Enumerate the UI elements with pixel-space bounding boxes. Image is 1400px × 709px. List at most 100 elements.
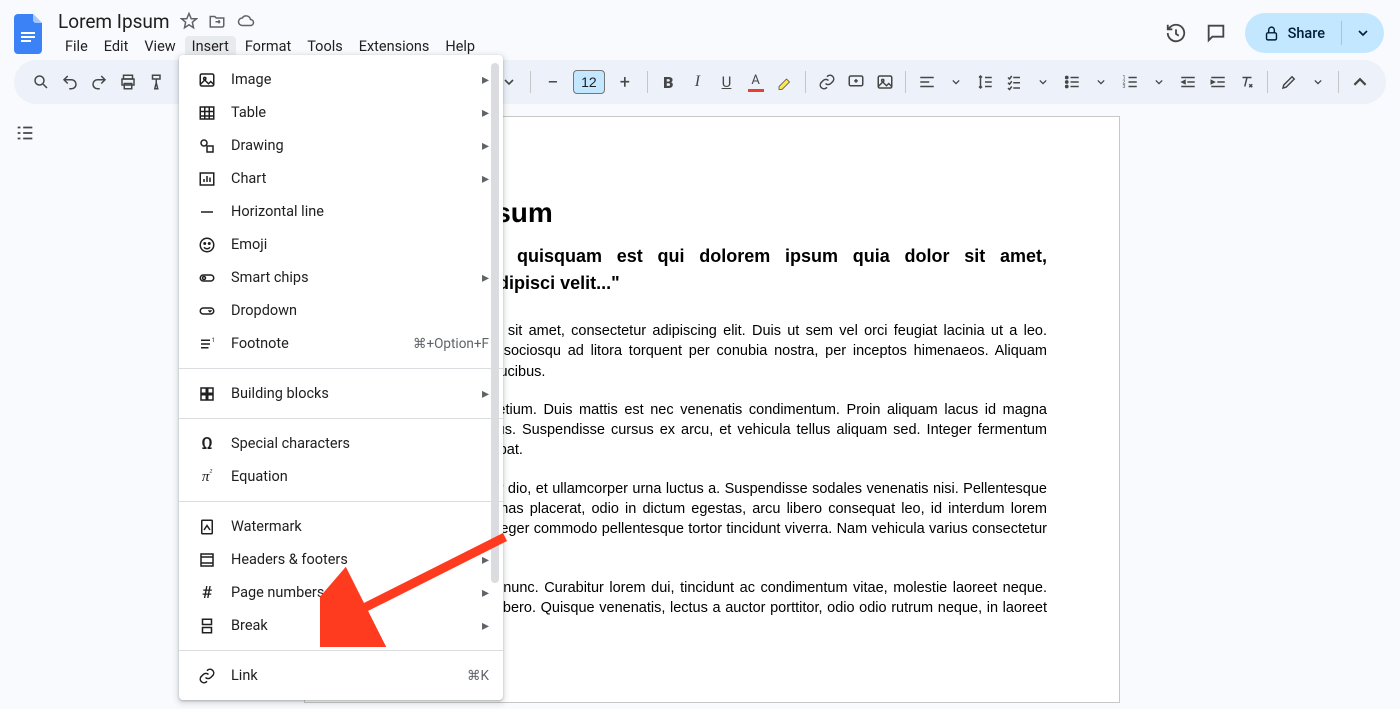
decrease-indent-icon[interactable] [1176, 68, 1201, 96]
menu-file[interactable]: File [58, 36, 95, 57]
page-numbers-icon: # [197, 583, 217, 603]
insert-equation[interactable]: π² Equation [179, 460, 503, 493]
insert-menu-dropdown: Image▸Table▸Drawing▸Chart▸Horizontal lin… [179, 55, 503, 700]
chevron-down-icon[interactable] [1031, 68, 1056, 96]
insert-special-characters[interactable]: Ω Special characters [179, 427, 503, 460]
editing-mode-icon[interactable] [1276, 68, 1301, 96]
comments-icon[interactable] [1205, 22, 1227, 44]
align-icon[interactable] [914, 68, 939, 96]
insert-emoji[interactable]: Emoji [179, 228, 503, 261]
search-menus-icon[interactable] [28, 68, 53, 96]
insert-watermark[interactable]: Watermark [179, 510, 503, 543]
insert-link[interactable]: Link⌘K [179, 659, 503, 692]
submenu-arrow-icon: ▸ [482, 105, 489, 121]
chevron-down-icon[interactable] [1089, 68, 1114, 96]
collapse-toolbar-icon[interactable] [1347, 68, 1372, 96]
submenu-arrow-icon: ▸ [482, 138, 489, 154]
docs-app-icon[interactable] [12, 14, 48, 54]
special-chars-icon: Ω [197, 434, 217, 454]
submenu-arrow-icon: ▸ [482, 386, 489, 402]
insert-horizontal-line[interactable]: Horizontal line [179, 195, 503, 228]
move-folder-icon[interactable] [208, 12, 226, 30]
menu-item-label: Special characters [231, 435, 489, 452]
menu-view[interactable]: View [137, 36, 182, 57]
add-comment-icon[interactable] [843, 68, 868, 96]
insert-image-icon[interactable] [872, 68, 897, 96]
menu-item-label: Link [231, 667, 467, 684]
headers-footers-icon [197, 550, 217, 570]
menu-item-label: Dropdown [231, 302, 489, 319]
italic-icon[interactable]: I [685, 68, 710, 96]
paint-format-icon[interactable] [144, 68, 169, 96]
bold-icon[interactable]: B [656, 68, 681, 96]
menu-format[interactable]: Format [238, 36, 298, 57]
bulleted-list-icon[interactable] [1060, 68, 1085, 96]
insert-dropdown[interactable]: Dropdown [179, 294, 503, 327]
insert-image[interactable]: Image▸ [179, 63, 503, 96]
font-size-input[interactable] [573, 70, 605, 94]
history-icon[interactable] [1165, 22, 1187, 44]
checklist-icon[interactable] [1001, 68, 1026, 96]
submenu-arrow-icon: ▸ [482, 585, 489, 601]
menu-extensions[interactable]: Extensions [352, 36, 437, 57]
insert-chart[interactable]: Chart▸ [179, 162, 503, 195]
highlight-icon[interactable] [772, 68, 797, 96]
table-icon [197, 103, 217, 123]
svg-text:1: 1 [212, 336, 215, 343]
star-icon[interactable] [180, 12, 198, 30]
menu-item-label: Break [231, 617, 482, 634]
menu-item-label: Drawing [231, 137, 482, 154]
menu-insert[interactable]: Insert [185, 36, 236, 57]
chevron-down-icon[interactable] [1305, 68, 1330, 96]
share-caret-icon[interactable] [1350, 28, 1376, 38]
insert-headers-footers[interactable]: Headers & footers▸ [179, 543, 503, 576]
undo-icon[interactable] [57, 68, 82, 96]
menu-item-label: Building blocks [231, 385, 482, 402]
menu-tools[interactable]: Tools [300, 36, 350, 57]
increase-font-icon[interactable]: + [611, 68, 639, 96]
menu-edit[interactable]: Edit [97, 36, 136, 57]
decrease-font-icon[interactable]: − [539, 68, 567, 96]
link-icon [197, 666, 217, 686]
menu-item-label: Page numbers [231, 584, 482, 601]
chevron-down-icon[interactable] [1147, 68, 1172, 96]
print-icon[interactable] [115, 68, 140, 96]
menu-item-label: Image [231, 71, 482, 88]
numbered-list-icon[interactable]: 123 [1118, 68, 1143, 96]
increase-indent-icon[interactable] [1205, 68, 1230, 96]
insert-page-numbers[interactable]: # Page numbers▸ [179, 576, 503, 609]
insert-table[interactable]: Table▸ [179, 96, 503, 129]
document-title[interactable]: Lorem Ipsum [58, 10, 170, 33]
dropdown-icon [197, 301, 217, 321]
chevron-down-icon[interactable] [943, 68, 968, 96]
cloud-status-icon[interactable] [236, 12, 256, 30]
clear-formatting-icon[interactable] [1234, 68, 1259, 96]
menu-item-label: Equation [231, 468, 489, 485]
break-icon [197, 616, 217, 636]
share-button[interactable]: Share [1245, 13, 1384, 53]
insert-smart-chips[interactable]: Smart chips▸ [179, 261, 503, 294]
insert-break[interactable]: Break▸ [179, 609, 503, 642]
submenu-arrow-icon: ▸ [482, 270, 489, 286]
drawing-icon [197, 136, 217, 156]
share-label: Share [1288, 25, 1325, 42]
image-icon [197, 70, 217, 90]
insert-footnote[interactable]: 1Footnote⌘+Option+F [179, 327, 503, 360]
insert-link-icon[interactable] [814, 68, 839, 96]
menu-help[interactable]: Help [438, 36, 482, 57]
menu-item-label: Horizontal line [231, 203, 489, 220]
chart-icon [197, 169, 217, 189]
insert-drawing[interactable]: Drawing▸ [179, 129, 503, 162]
equation-icon: π² [197, 467, 217, 487]
menu-item-label: Smart chips [231, 269, 482, 286]
line-spacing-icon[interactable] [972, 68, 997, 96]
insert-building-blocks[interactable]: Building blocks▸ [179, 377, 503, 410]
menu-item-label: Watermark [231, 518, 489, 535]
hr-icon [197, 202, 217, 222]
submenu-arrow-icon: ▸ [482, 618, 489, 634]
menu-item-label: Emoji [231, 236, 489, 253]
submenu-arrow-icon: ▸ [482, 552, 489, 568]
redo-icon[interactable] [86, 68, 111, 96]
underline-icon[interactable]: U [714, 68, 739, 96]
text-color-icon[interactable]: A [743, 68, 768, 96]
